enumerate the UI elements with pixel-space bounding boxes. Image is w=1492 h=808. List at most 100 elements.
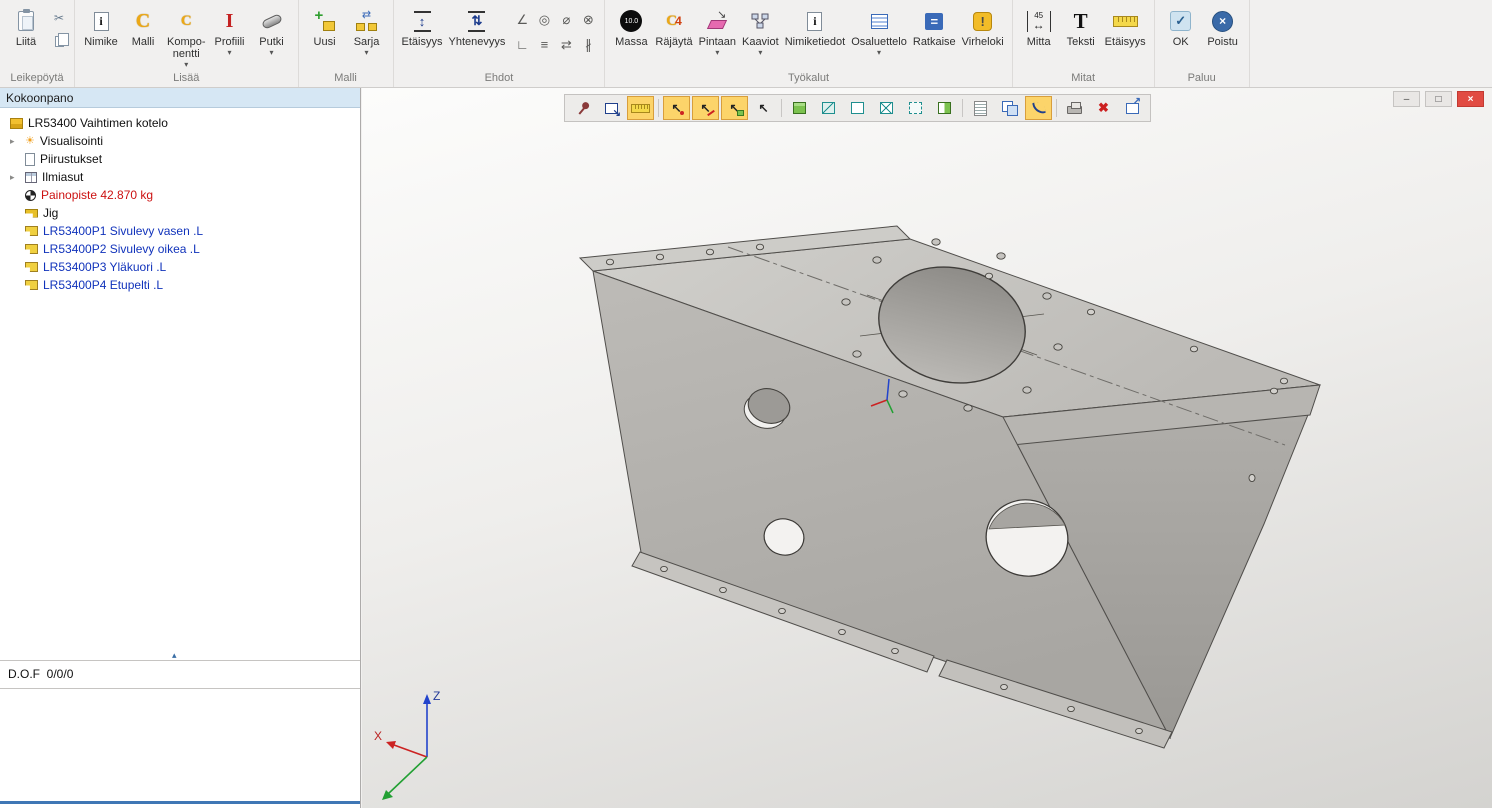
pop-out-button[interactable]: ↗ <box>1119 96 1146 120</box>
exit-button[interactable]: × Poistu <box>1202 2 1244 49</box>
expand-arrow-icon[interactable]: ▸ <box>10 136 25 147</box>
parts-list-button[interactable] <box>967 96 994 120</box>
constraint-perpendicular-button[interactable]: ∟ <box>511 32 533 57</box>
solve-button[interactable]: = Ratkaise <box>910 2 959 49</box>
mass-icon: 10.0 <box>620 10 642 32</box>
shaded-edges-view-button[interactable] <box>815 96 842 120</box>
series-label: Sarja <box>354 36 380 48</box>
constraint-diameter-button[interactable]: ⌀ <box>555 7 577 32</box>
tree-item-label: Ilmiasut <box>42 170 83 184</box>
group-label-return: Paluu <box>1155 72 1249 84</box>
profile-dropdown-icon[interactable]: ▾ <box>228 48 232 57</box>
solve-label: Ratkaise <box>913 36 956 48</box>
close-button[interactable]: × <box>1457 91 1484 107</box>
tree-item-part-p2[interactable]: LR53400P2 Sivulevy oikea .L <box>0 240 360 258</box>
tree-item-label: Visualisointi <box>40 134 103 148</box>
panel-splitter[interactable]: ▴ <box>0 660 360 661</box>
constraint-parallel-button[interactable]: ∦ <box>577 32 599 57</box>
transparent-cube-icon <box>909 102 922 114</box>
copy-button[interactable] <box>49 32 69 50</box>
ribbon-group-insert: i Nimike C Malli C Kompo- nentti ▾ I Pro… <box>75 0 299 87</box>
hidden-lines-view-button[interactable] <box>844 96 871 120</box>
layers-icon <box>1002 101 1017 115</box>
transparent-view-button[interactable] <box>902 96 929 120</box>
parts-list-dropdown-icon[interactable]: ▾ <box>877 48 881 57</box>
pop-out-icon: ↗ <box>1126 103 1139 114</box>
panel-bottom-bar <box>0 801 360 804</box>
expand-arrow-icon[interactable]: ▸ <box>10 172 25 183</box>
pin-button[interactable] <box>569 96 596 120</box>
splitter-collapse-icon[interactable]: ▴ <box>172 650 177 661</box>
tree-item-assembly-root[interactable]: LR53400 Vaihtimen kotelo <box>0 114 360 132</box>
diagrams-button[interactable]: Kaaviot ▾ <box>739 2 782 58</box>
pan-view-button[interactable]: ↘ <box>598 96 625 120</box>
maximize-button[interactable]: □ <box>1425 91 1452 107</box>
paste-button[interactable]: Liitä <box>5 2 47 49</box>
tree-item-centroid[interactable]: Painopiste 42.870 kg <box>0 186 360 204</box>
cut-button[interactable]: ✂ <box>49 9 69 27</box>
item-button[interactable]: i Nimike <box>80 2 122 49</box>
viewport[interactable]: ↘ ↖ ↖ ↖ ↖ ✖ ↗ – □ × Z X <box>362 88 1492 808</box>
component-dropdown-icon[interactable]: ▾ <box>184 60 188 69</box>
profile-button[interactable]: I Profiili ▾ <box>209 2 251 58</box>
tree-item-jig[interactable]: Jig <box>0 204 360 222</box>
coincidence-button[interactable]: ⇅ Yhtenevyys <box>446 2 509 49</box>
ok-label: OK <box>1173 36 1189 48</box>
pipe-label: Putki <box>259 36 283 48</box>
component-button[interactable]: C Kompo- nentti ▾ <box>164 2 209 70</box>
parts-list-ribbon-button[interactable]: Osaluettelo ▾ <box>848 2 910 58</box>
series-dropdown-icon[interactable]: ▾ <box>365 48 369 57</box>
constraint-equal-button[interactable]: ≡ <box>533 32 555 57</box>
dimension-button[interactable]: 45↔ Mitta <box>1018 2 1060 49</box>
print-button[interactable] <box>1061 96 1088 120</box>
diagrams-dropdown-icon[interactable]: ▾ <box>758 48 762 57</box>
explode-button[interactable]: C4 Räjäytä <box>652 2 695 49</box>
toolbar-separator <box>962 99 963 117</box>
new-button[interactable]: + Uusi <box>304 2 346 49</box>
spline-button[interactable] <box>1025 96 1052 120</box>
pipe-button[interactable]: Putki ▾ <box>251 2 293 58</box>
pick-face-button[interactable]: ↖ <box>721 96 748 120</box>
tree-item-part-p3[interactable]: LR53400P3 Yläkuori .L <box>0 258 360 276</box>
pick-edge-button[interactable]: ↖ <box>692 96 719 120</box>
section-view-button[interactable] <box>931 96 958 120</box>
to-surface-dropdown-icon[interactable]: ▾ <box>715 48 719 57</box>
tree-item-label: Piirustukset <box>40 152 102 166</box>
to-surface-button[interactable]: ↘ Pintaan ▾ <box>696 2 739 58</box>
delete-button[interactable]: ✖ <box>1090 96 1117 120</box>
group-label-insert: Lisää <box>75 72 298 84</box>
measure-button[interactable] <box>627 96 654 120</box>
constraint-swap-button[interactable]: ⇄ <box>555 32 577 57</box>
constraint-concentric-button[interactable]: ◎ <box>533 7 555 32</box>
tree-item-part-p4[interactable]: LR53400P4 Etupelti .L <box>0 276 360 294</box>
model-button[interactable]: C Malli <box>122 2 164 49</box>
component-label-2: nentti <box>173 48 200 60</box>
item-data-button[interactable]: i Nimiketiedot <box>782 2 849 49</box>
shaded-view-button[interactable] <box>786 96 813 120</box>
wireframe-view-button[interactable] <box>873 96 900 120</box>
ok-button[interactable]: ✓ OK <box>1160 2 1202 49</box>
tree-item-representations[interactable]: ▸ Ilmiasut <box>0 168 360 186</box>
tree-item-visualization[interactable]: ▸ ☀ Visualisointi <box>0 132 360 150</box>
mass-button[interactable]: 10.0 Massa <box>610 2 652 49</box>
model-profile-icon: C <box>136 11 150 31</box>
distance-measure-button[interactable]: Etäisyys <box>1102 2 1149 49</box>
distance-constraint-button[interactable]: ↕ Etäisyys <box>399 2 446 49</box>
pick-part-button[interactable]: ↖ <box>750 96 777 120</box>
constraint-tangent-button[interactable]: ⊗ <box>577 7 599 32</box>
parts-list-label: Osaluettelo <box>851 36 907 48</box>
minimize-button[interactable]: – <box>1393 91 1420 107</box>
text-button[interactable]: T Teksti <box>1060 2 1102 49</box>
error-log-button[interactable]: ! Virheloki <box>959 2 1007 49</box>
copy-view-button[interactable] <box>996 96 1023 120</box>
tree-item-part-p1[interactable]: LR53400P1 Sivulevy vasen .L <box>0 222 360 240</box>
tangent-constraint-icon: ⊗ <box>583 12 594 28</box>
model-canvas[interactable] <box>362 88 1492 808</box>
distance-measure-label: Etäisyys <box>1105 36 1146 48</box>
constraint-angle-button[interactable]: ∠ <box>511 7 533 32</box>
pipe-dropdown-icon[interactable]: ▾ <box>270 48 274 57</box>
tree-item-drawings[interactable]: Piirustukset <box>0 150 360 168</box>
pick-vertex-button[interactable]: ↖ <box>663 96 690 120</box>
series-button[interactable]: ⇄ Sarja ▾ <box>346 2 388 58</box>
constraint-grid: ∠ ◎ ⌀ ⊗ ∟ ≡ ⇄ ∦ <box>511 7 599 57</box>
